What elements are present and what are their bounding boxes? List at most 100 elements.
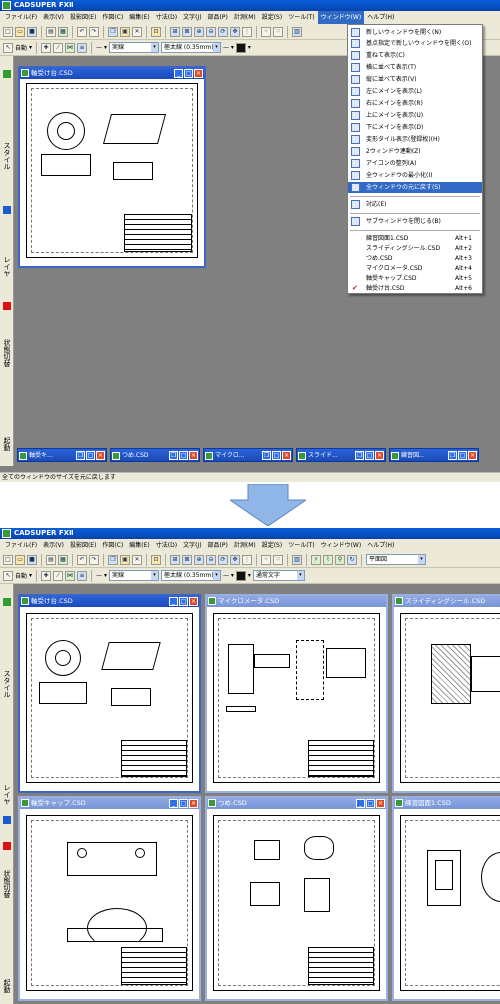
snap-icon[interactable]: ⁘ xyxy=(261,554,271,565)
menu-dimension[interactable]: 寸法(D) xyxy=(153,11,180,24)
menu-file[interactable]: ファイル(F) xyxy=(2,11,40,24)
zoom-all-icon[interactable]: ⊠ xyxy=(182,554,192,565)
zoom-all-icon[interactable]: ⊠ xyxy=(182,26,192,37)
close-icon[interactable]: × xyxy=(194,69,203,78)
drawing-window[interactable]: 軸受キャップ.CSD _ □ × xyxy=(18,796,201,1001)
zoom-out-icon[interactable]: ⊖ xyxy=(206,26,216,37)
view-select[interactable]: 平面図 ▾ xyxy=(366,554,426,565)
snap-icon[interactable]: ⁘ xyxy=(261,26,271,37)
minimized-window[interactable]: 練習図... ❐ □ × xyxy=(389,448,479,462)
auto-label[interactable]: 自動 xyxy=(15,43,27,52)
menu-parts[interactable]: 部品(P) xyxy=(205,11,231,24)
zoom-window-icon[interactable]: ⊞ xyxy=(170,26,180,37)
line-tool-icon[interactable]: ⁄ xyxy=(53,570,64,581)
menu-settings[interactable]: 設定(S) xyxy=(259,539,286,552)
menu-view[interactable]: 表示(V) xyxy=(40,539,67,552)
menu-item-tile-vertical[interactable]: 縦に並べて表示(V) xyxy=(348,74,482,85)
close-icon[interactable]: × xyxy=(189,451,198,460)
save-icon[interactable]: ■ xyxy=(27,554,37,565)
tab-layer[interactable]: レイヤ xyxy=(1,236,13,296)
restore-icon[interactable]: ❐ xyxy=(76,451,85,460)
menu-item-variable-tile[interactable]: 変形タイル表示(登録枚)(H) xyxy=(348,134,482,145)
menu-item-close-subwindow[interactable]: サブウィンドウを閉じる(B) xyxy=(348,216,482,227)
maximize-icon[interactable]: □ xyxy=(272,451,281,460)
close-icon[interactable]: × xyxy=(189,597,198,606)
copy-icon[interactable]: ❐ xyxy=(108,26,118,37)
close-icon[interactable]: × xyxy=(189,799,198,808)
window-title-bar[interactable]: スライディングシール.CSD xyxy=(394,596,500,607)
menu-draw[interactable]: 作図(C) xyxy=(99,539,126,552)
textstyle-select[interactable]: 通常文字 ▾ xyxy=(252,570,305,581)
attribute-icon[interactable]: ⋈ xyxy=(65,570,76,581)
maximize-icon[interactable]: □ xyxy=(184,69,193,78)
menu-item-minimize-all[interactable]: 全ウィンドウの最小化(I) xyxy=(348,170,482,181)
redo-icon[interactable]: ↷ xyxy=(89,554,99,565)
restore-icon[interactable]: ❐ xyxy=(169,451,178,460)
erase-icon[interactable]: ✕ xyxy=(132,554,142,565)
maximize-icon[interactable]: □ xyxy=(179,451,188,460)
menu-item-document-current[interactable]: ✔ 軸受け台.CSD Alt+6 xyxy=(348,283,482,294)
cursor-icon[interactable]: ↖ xyxy=(3,42,13,53)
menu-projection[interactable]: 投影図(E) xyxy=(67,539,99,552)
undo-icon[interactable]: ↶ xyxy=(77,26,87,37)
copy-icon[interactable]: ❐ xyxy=(108,554,118,565)
menu-text[interactable]: 文字(J) xyxy=(180,539,204,552)
menu-view[interactable]: 表示(V) xyxy=(40,11,67,24)
window-title-bar[interactable]: 軸受け台.CSD _ □ × xyxy=(20,596,199,607)
menu-edit[interactable]: 編集(E) xyxy=(126,11,152,24)
menu-item-tile-horizontal[interactable]: 横に並べて表示(T) xyxy=(348,62,482,73)
erase-icon[interactable]: ✕ xyxy=(132,26,142,37)
menu-projection[interactable]: 投影図(E) xyxy=(67,11,99,24)
line-tool-icon[interactable]: ⁄ xyxy=(53,42,64,53)
inspect-icon[interactable]: ⚲ xyxy=(335,554,345,565)
layout-icon[interactable]: ▦ xyxy=(58,26,68,37)
zoom-in-icon[interactable]: ⊕ xyxy=(194,26,204,37)
refresh-icon[interactable]: ↻ xyxy=(347,554,357,565)
window-title-bar[interactable]: つめ.CSD _ □ × xyxy=(207,798,386,809)
maximize-icon[interactable]: □ xyxy=(366,799,375,808)
menu-file[interactable]: ファイル(F) xyxy=(2,539,40,552)
pan-icon[interactable]: ✥ xyxy=(230,26,240,37)
minimize-icon[interactable]: _ xyxy=(169,799,178,808)
print-icon[interactable]: ▤ xyxy=(46,554,56,565)
menu-item-arrange-icons[interactable]: アイコンの整列(A) xyxy=(348,158,482,169)
restore-icon[interactable]: ❐ xyxy=(355,451,364,460)
window-title-bar[interactable]: マイクロメータ.CSD xyxy=(207,596,386,607)
menu-item-new-window-origin[interactable]: 基点指定で新しいウィンドウを開く(O) xyxy=(348,38,482,49)
menu-text[interactable]: 文字(J) xyxy=(180,11,204,24)
drawing-window-active[interactable]: 軸受け台.CSD _ □ × xyxy=(18,594,201,793)
pan-icon[interactable]: ✥ xyxy=(230,554,240,565)
linetype-select[interactable]: 実線 ▾ xyxy=(108,570,159,581)
color-swatch-icon[interactable] xyxy=(235,42,246,53)
menu-tools[interactable]: ツール(T) xyxy=(285,539,317,552)
zoom-out-icon[interactable]: ⊖ xyxy=(206,554,216,565)
tab-state[interactable]: 状態切替 xyxy=(1,318,13,388)
menu-item-main-left[interactable]: 左にメインを表示(L) xyxy=(348,86,482,97)
maximize-icon[interactable]: □ xyxy=(458,451,467,460)
menu-draw[interactable]: 作図(C) xyxy=(99,11,126,24)
paste-icon[interactable]: ▣ xyxy=(120,554,130,565)
menu-help[interactable]: ヘルプ(H) xyxy=(364,11,397,24)
tab-state[interactable]: 状態切替 xyxy=(1,849,13,919)
redo-icon[interactable]: ↷ xyxy=(89,26,99,37)
maximize-icon[interactable]: □ xyxy=(179,597,188,606)
new-file-icon[interactable]: □ xyxy=(3,26,13,37)
drawing-window-active[interactable]: 軸受け台.CSD _ □ × xyxy=(18,66,206,268)
property-icon[interactable]: ⊡ xyxy=(151,26,161,37)
tab-launch[interactable]: 起動 xyxy=(1,968,13,1004)
restore-icon[interactable]: ❐ xyxy=(448,451,457,460)
layer-set-icon[interactable]: ≡ xyxy=(77,42,88,53)
connect-icon[interactable]: ⚡ xyxy=(311,554,321,565)
minimized-window[interactable]: 軸受キ... ❐ □ × xyxy=(17,448,107,462)
chevron-down-icon[interactable]: ▾ xyxy=(248,44,251,51)
maximize-icon[interactable]: □ xyxy=(179,799,188,808)
maximize-icon[interactable]: □ xyxy=(86,451,95,460)
minimize-icon[interactable]: _ xyxy=(169,597,178,606)
property-icon[interactable]: ⊡ xyxy=(151,554,161,565)
layer-set-icon[interactable]: ≡ xyxy=(77,570,88,581)
tab-style[interactable]: スタイル xyxy=(1,644,13,724)
close-icon[interactable]: × xyxy=(282,451,291,460)
minimize-icon[interactable]: _ xyxy=(356,799,365,808)
snap-mode-icon[interactable]: ✚ xyxy=(41,42,52,53)
menu-item-main-right[interactable]: 右にメインを表示(R) xyxy=(348,98,482,109)
